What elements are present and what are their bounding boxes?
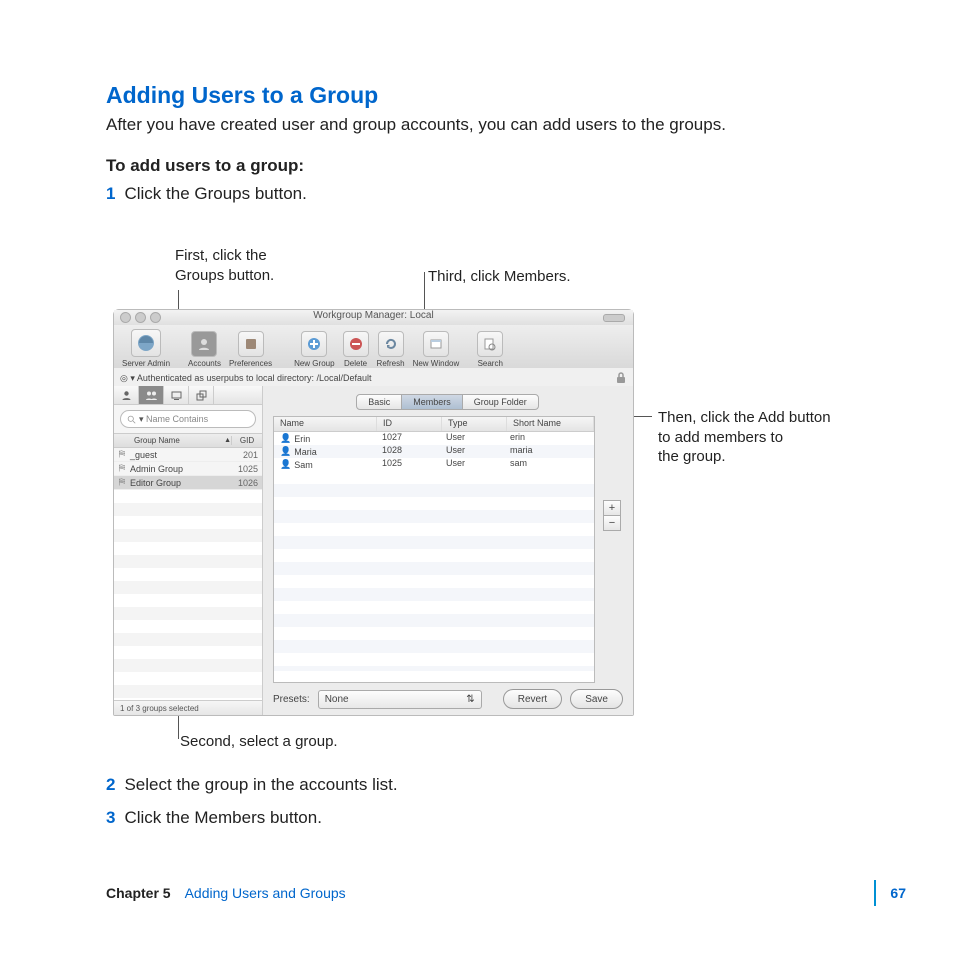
- step-1: 1Click the Groups button.: [106, 184, 307, 204]
- selection-status: 1 of 3 groups selected: [114, 700, 262, 715]
- toolbar-toggle-button[interactable]: [603, 314, 625, 322]
- search-input[interactable]: ▾ Name Contains: [120, 410, 256, 428]
- users-filter-button[interactable]: [114, 386, 139, 404]
- column-header[interactable]: Group Name: [114, 436, 224, 445]
- member-row[interactable]: 👤Maria1028Usermaria: [274, 445, 594, 458]
- user-icon: 👤: [280, 433, 291, 444]
- toolbar-label: Delete: [344, 359, 367, 368]
- page-number: 67: [890, 885, 906, 901]
- preferences-button[interactable]: Preferences: [229, 331, 272, 368]
- tab-group-folder[interactable]: Group Folder: [462, 394, 539, 410]
- toolbar-label: New Group: [294, 359, 334, 368]
- page-rule: [874, 880, 876, 906]
- callout-first-line1: First, click the: [175, 246, 274, 266]
- bottom-bar: Presets: None⇅ Revert Save: [263, 683, 633, 715]
- accounts-button[interactable]: Accounts: [188, 331, 221, 368]
- window-controls[interactable]: [120, 312, 161, 323]
- user-icon: 👤: [280, 459, 291, 470]
- search-placeholder: Name Contains: [146, 414, 208, 424]
- column-header[interactable]: Type: [442, 417, 507, 431]
- list-empty-rows: [114, 490, 262, 700]
- section-heading: Adding Users to a Group: [106, 82, 378, 109]
- group-icon: ⛿: [114, 463, 130, 474]
- toolbar-label: New Window: [413, 359, 460, 368]
- refresh-button[interactable]: Refresh: [377, 331, 405, 368]
- computers-filter-button[interactable]: [164, 386, 189, 404]
- callout-then-line2: to add members to: [658, 428, 831, 448]
- lock-icon[interactable]: [615, 372, 627, 384]
- group-icon: ⛿: [114, 477, 130, 488]
- add-member-button[interactable]: +: [603, 500, 621, 516]
- callout-first: First, click the Groups button.: [175, 246, 274, 285]
- step-2: 2Select the group in the accounts list.: [106, 775, 398, 795]
- tab-basic[interactable]: Basic: [356, 394, 402, 410]
- table-empty-rows: [274, 471, 594, 671]
- toolbar-label: Search: [478, 359, 503, 368]
- new-group-button[interactable]: New Group: [294, 331, 334, 368]
- step-2-text: Select the group in the accounts list.: [124, 775, 397, 794]
- server-admin-button[interactable]: Server Admin: [122, 329, 170, 368]
- step-1-text: Click the Groups button.: [124, 184, 306, 203]
- page-footer: Chapter 5 Adding Users and Groups 67: [106, 880, 906, 906]
- callout-then: Then, click the Add button to add member…: [658, 408, 831, 467]
- callout-then-line1: Then, click the Add button: [658, 408, 831, 428]
- column-header[interactable]: GID: [231, 436, 262, 445]
- popup-arrows-icon: ⇅: [466, 694, 474, 705]
- callout-first-line2: Groups button.: [175, 266, 274, 286]
- all-filter-button[interactable]: [189, 386, 214, 404]
- tab-members[interactable]: Members: [401, 394, 463, 410]
- detail-pane: Basic Members Group Folder Name ID Type …: [263, 386, 633, 715]
- tab-bar: Basic Members Group Folder: [263, 394, 633, 410]
- members-table-header: Name ID Type Short Name: [274, 417, 594, 432]
- window-titlebar: Workgroup Manager: Local: [114, 310, 633, 326]
- user-icon: 👤: [280, 446, 291, 457]
- chapter-label: Chapter 5: [106, 885, 171, 901]
- delete-button[interactable]: Delete: [343, 331, 369, 368]
- presets-popup[interactable]: None⇅: [318, 690, 482, 709]
- toolbar: Server Admin Accounts Preferences New Gr…: [114, 325, 633, 371]
- group-icon: ⛿: [114, 449, 130, 460]
- group-list-header: Group Name ▲ GID: [114, 433, 262, 448]
- member-row[interactable]: 👤Sam1025Usersam: [274, 458, 594, 471]
- toolbar-label: Server Admin: [122, 359, 170, 368]
- magnifier-icon: [127, 415, 136, 424]
- step-3-text: Click the Members button.: [124, 808, 321, 827]
- callout-then-line3: the group.: [658, 447, 831, 467]
- callout-third: Third, click Members.: [428, 267, 571, 287]
- chapter-title: Adding Users and Groups: [185, 885, 346, 901]
- revert-button[interactable]: Revert: [503, 689, 562, 709]
- column-header[interactable]: ID: [377, 417, 442, 431]
- add-remove-buttons: + −: [603, 500, 621, 530]
- toolbar-label: Preferences: [229, 359, 272, 368]
- auth-text: Authenticated as userpubs to local direc…: [137, 373, 372, 383]
- account-type-filter: [114, 386, 262, 405]
- column-header[interactable]: Short Name: [507, 417, 594, 431]
- column-header[interactable]: Name: [274, 417, 377, 431]
- new-window-button[interactable]: New Window: [413, 331, 460, 368]
- group-row[interactable]: ⛿_guest201: [114, 448, 262, 462]
- accounts-sidebar: ▾ Name Contains Group Name ▲ GID ⛿_guest…: [114, 386, 263, 715]
- presets-label: Presets:: [273, 694, 310, 705]
- workgroup-manager-window: Workgroup Manager: Local Server Admin Ac…: [113, 309, 634, 716]
- member-row[interactable]: 👤Erin1027Usererin: [274, 432, 594, 445]
- members-table: Name ID Type Short Name 👤Erin1027Usereri…: [273, 416, 595, 683]
- window-title: Workgroup Manager: Local: [313, 310, 433, 321]
- callout-second: Second, select a group.: [180, 732, 338, 752]
- group-row[interactable]: ⛿Editor Group1026: [114, 476, 262, 490]
- toolbar-label: Accounts: [188, 359, 221, 368]
- groups-filter-button[interactable]: [139, 386, 164, 404]
- group-row[interactable]: ⛿Admin Group1025: [114, 462, 262, 476]
- toolbar-label: Refresh: [377, 359, 405, 368]
- save-button[interactable]: Save: [570, 689, 623, 709]
- search-button[interactable]: Search: [477, 331, 503, 368]
- remove-member-button[interactable]: −: [603, 515, 621, 531]
- intro-text: After you have created user and group ac…: [106, 115, 726, 135]
- step-3: 3Click the Members button.: [106, 808, 322, 828]
- procedure-heading: To add users to a group:: [106, 156, 304, 176]
